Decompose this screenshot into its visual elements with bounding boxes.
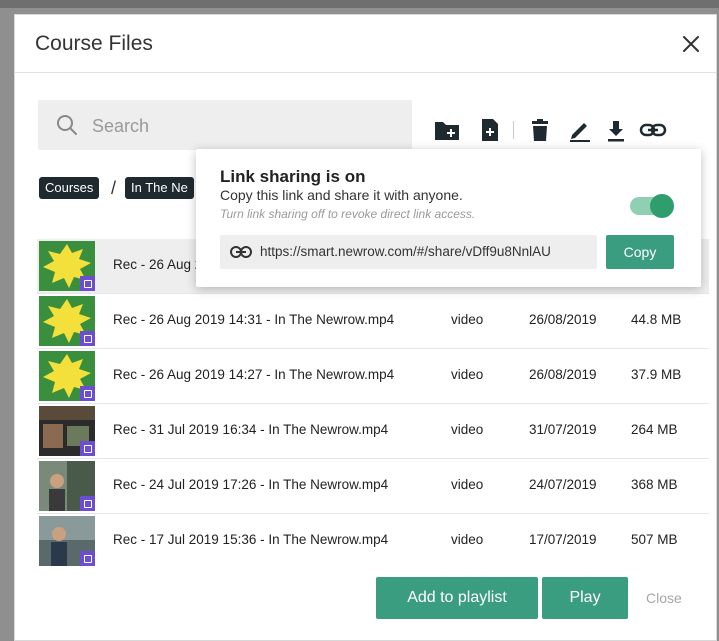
close-button[interactable]: Close — [646, 590, 682, 606]
file-type: video — [451, 532, 484, 547]
video-thumbnail — [39, 351, 95, 401]
new-file-icon[interactable] — [479, 117, 505, 143]
table-row[interactable]: Rec - 24 Jul 2019 17:26 - In The Newrow.… — [37, 459, 709, 514]
video-thumbnail — [39, 241, 95, 291]
copy-button[interactable]: Copy — [606, 235, 674, 269]
share-hint: Turn link sharing off to revoke direct l… — [220, 207, 476, 221]
breadcrumb-item-current[interactable]: In The Ne — [125, 177, 194, 199]
search-box — [38, 100, 412, 150]
link-sharing-toggle[interactable] — [630, 194, 674, 218]
link-icon[interactable] — [639, 117, 667, 143]
file-size: 264 MB — [631, 422, 678, 437]
video-thumbnail — [39, 406, 95, 456]
file-name: Rec - 26 Aug 2019 14:27 - In The Newrow.… — [113, 367, 395, 382]
table-row[interactable]: Rec - 17 Jul 2019 15:36 - In The Newrow.… — [37, 514, 709, 569]
video-badge-icon — [80, 496, 95, 511]
file-name: Rec - 31 Jul 2019 16:34 - In The Newrow.… — [113, 422, 389, 437]
file-date: 24/07/2019 — [529, 477, 597, 492]
edit-icon[interactable] — [567, 117, 593, 143]
video-badge-icon — [80, 276, 95, 291]
file-date: 26/08/2019 — [529, 312, 597, 327]
video-badge-icon — [80, 441, 95, 456]
add-to-playlist-button[interactable]: Add to playlist — [376, 577, 538, 619]
file-date: 31/07/2019 — [529, 422, 597, 437]
play-button[interactable]: Play — [542, 577, 628, 619]
share-url: https://smart.newrow.com/#/share/vDff9u8… — [260, 244, 551, 259]
file-name: Rec - 26 Aug 2 — [113, 257, 203, 272]
course-files-dialog: Course Files Search Courses / In The Ne … — [14, 14, 717, 641]
share-title: Link sharing is on — [220, 167, 366, 186]
file-size: 37.9 MB — [631, 367, 682, 382]
toggle-knob — [650, 194, 674, 218]
file-date: 17/07/2019 — [529, 532, 597, 547]
file-size: 507 MB — [631, 532, 678, 547]
share-description: Copy this link and share it with anyone. — [220, 187, 463, 203]
file-type: video — [451, 422, 484, 437]
delete-icon[interactable] — [529, 117, 555, 143]
page-backdrop — [0, 0, 719, 8]
file-name: Rec - 24 Jul 2019 17:26 - In The Newrow.… — [113, 477, 389, 492]
file-name: Rec - 26 Aug 2019 14:31 - In The Newrow.… — [113, 312, 395, 327]
link-sharing-popover: Link sharing is on Copy this link and sh… — [196, 149, 701, 287]
file-type: video — [451, 312, 484, 327]
breadcrumb-item-courses[interactable]: Courses — [39, 177, 100, 199]
share-link-field[interactable]: https://smart.newrow.com/#/share/vDff9u8… — [220, 235, 597, 269]
toolbar-divider — [513, 121, 514, 139]
file-size: 368 MB — [631, 477, 678, 492]
video-thumbnail — [39, 516, 95, 566]
file-name: Rec - 17 Jul 2019 15:36 - In The Newrow.… — [113, 532, 389, 547]
table-row[interactable]: Rec - 26 Aug 2019 14:31 - In The Newrow.… — [37, 294, 709, 349]
search-icon — [57, 115, 77, 135]
file-size: 44.8 MB — [631, 312, 682, 327]
video-badge-icon — [80, 331, 95, 346]
link-icon — [230, 246, 252, 258]
file-type: video — [451, 367, 484, 382]
download-icon[interactable] — [605, 117, 631, 143]
table-row[interactable]: Rec - 26 Aug 2019 14:27 - In The Newrow.… — [37, 349, 709, 404]
video-thumbnail — [39, 296, 95, 346]
video-thumbnail — [39, 461, 95, 511]
dialog-header: Course Files — [15, 15, 716, 73]
close-icon[interactable] — [680, 33, 702, 55]
file-type: video — [451, 477, 484, 492]
new-folder-icon[interactable] — [433, 117, 459, 143]
search-input[interactable] — [90, 110, 394, 142]
breadcrumb-separator: / — [111, 178, 117, 198]
dialog-title: Course Files — [35, 32, 153, 55]
table-row[interactable]: Rec - 31 Jul 2019 16:34 - In The Newrow.… — [37, 404, 709, 459]
file-date: 26/08/2019 — [529, 367, 597, 382]
video-badge-icon — [80, 551, 95, 566]
video-badge-icon — [80, 386, 95, 401]
